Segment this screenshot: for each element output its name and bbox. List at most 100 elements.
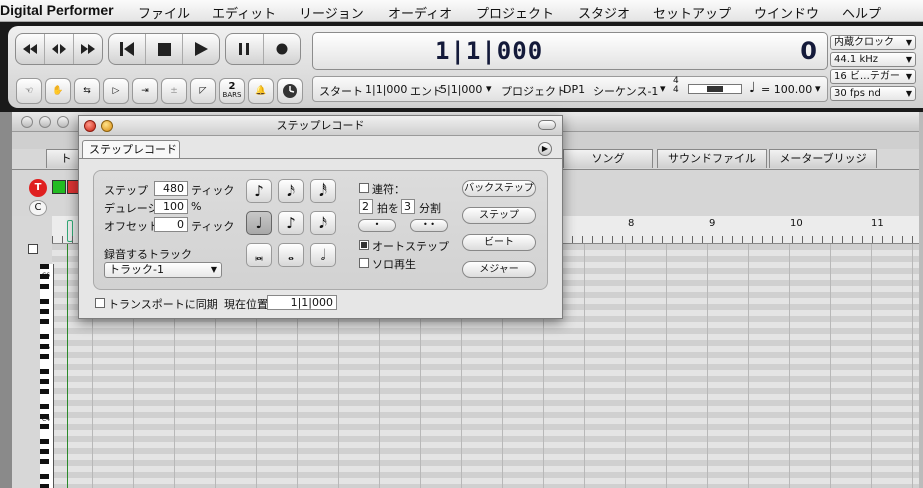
- minimize-button[interactable]: [101, 120, 113, 132]
- metronome-button[interactable]: ◸: [190, 78, 216, 104]
- whole-note-button[interactable]: 𝅝: [278, 243, 304, 267]
- menu-project[interactable]: プロジェクト: [476, 3, 554, 22]
- clock-source-select[interactable]: 内蔵クロック: [830, 35, 916, 50]
- stop-button[interactable]: [146, 34, 183, 64]
- sixteenth-note-alt-button[interactable]: 𝅘𝅥𝅯: [310, 211, 336, 235]
- overdub-button[interactable]: ±: [161, 78, 187, 104]
- frame-rate-select[interactable]: 30 fps nd: [830, 86, 916, 101]
- tab-soundfiles[interactable]: サウンドファイル: [657, 149, 767, 168]
- app-menu[interactable]: Digital Performer: [0, 2, 114, 18]
- sync-transport-checkbox[interactable]: [95, 298, 105, 308]
- minimize-button[interactable]: [39, 116, 51, 128]
- tempo-dropdown-icon[interactable]: ▾: [815, 82, 821, 95]
- tab-step-record[interactable]: ステップレコード: [82, 140, 180, 159]
- track-select[interactable]: トラック-1: [104, 262, 222, 278]
- sixteenth-note-alt-icon: 𝅘𝅥𝅯: [319, 214, 327, 232]
- offset-field[interactable]: 0: [154, 217, 188, 232]
- solo-checkbox[interactable]: [359, 258, 369, 268]
- double-whole-note-icon: 𝅜: [254, 246, 264, 264]
- fast-forward-button[interactable]: [74, 34, 102, 64]
- start-value[interactable]: 1|1|000: [365, 83, 407, 96]
- menu-edit[interactable]: エディット: [212, 3, 276, 22]
- rewind-button[interactable]: [16, 34, 45, 64]
- bars-button[interactable]: 2 BARS: [219, 78, 245, 104]
- menu-studio[interactable]: スタジオ: [578, 3, 630, 22]
- position-slider[interactable]: [688, 84, 742, 94]
- slider-thumb[interactable]: [707, 86, 723, 92]
- menu-region[interactable]: リージョン: [299, 3, 364, 22]
- end-dropdown-icon[interactable]: ▾: [486, 82, 492, 95]
- beat-button[interactable]: ビート: [462, 234, 536, 251]
- play-button[interactable]: [183, 34, 219, 64]
- menu-file[interactable]: ファイル: [138, 3, 190, 22]
- punch-button[interactable]: ⇥: [132, 78, 158, 104]
- play-enable-button[interactable]: [52, 180, 66, 194]
- backstep-button[interactable]: バックステップ: [462, 180, 536, 197]
- ruler-mark-11: 11: [871, 218, 884, 229]
- close-button[interactable]: [21, 116, 33, 128]
- countoff-button[interactable]: ✋: [45, 78, 71, 104]
- piano-keyboard[interactable]: C6 C5 C4: [40, 264, 54, 488]
- tuplet-division-field[interactable]: 3: [401, 199, 415, 214]
- shuttle-button[interactable]: [45, 34, 74, 64]
- dotted-button[interactable]: •: [358, 219, 396, 232]
- eighth-note-alt-button[interactable]: ♪: [278, 211, 304, 235]
- zoom-icon[interactable]: [28, 244, 38, 254]
- sequence-dropdown-icon[interactable]: ▾: [660, 82, 666, 95]
- end-value[interactable]: 5|1|000: [440, 83, 482, 96]
- quarter-note-button[interactable]: ♩: [246, 211, 272, 235]
- step-button[interactable]: ステップ: [462, 207, 536, 224]
- tuplet-checkbox[interactable]: [359, 183, 369, 193]
- tempo-value[interactable]: = 100.00: [761, 83, 812, 96]
- return-to-zero-button[interactable]: [109, 34, 146, 64]
- menu-window[interactable]: ウインドウ: [754, 3, 819, 22]
- position-field[interactable]: 1|1|000: [267, 295, 337, 310]
- pause-button[interactable]: [226, 34, 264, 64]
- sequence-menu[interactable]: シーケンス-1: [593, 83, 658, 99]
- menu-bar: Digital Performer ファイル エディット リージョン オーディオ…: [0, 0, 923, 22]
- pause-icon: [239, 43, 250, 55]
- project-value[interactable]: DP1: [563, 83, 585, 96]
- half-note-icon: 𝅗𝅥: [320, 246, 326, 264]
- punch-icon: ⇥: [141, 86, 149, 96]
- menu-setup[interactable]: セットアップ: [653, 3, 731, 22]
- channel-button[interactable]: C: [29, 200, 47, 216]
- clock-button[interactable]: [277, 78, 303, 104]
- step-field[interactable]: 480: [154, 181, 188, 196]
- control-panel-body: ☜ ✋ ⇆ ▷ ⇥ ± ◸ 2 BARS 🔔 1|1|000 0 スタート 1|…: [8, 26, 923, 108]
- record-button[interactable]: [264, 34, 301, 64]
- toolbar-toggle-button[interactable]: [538, 120, 556, 130]
- auto-rewind-button[interactable]: ▷: [103, 78, 129, 104]
- double-whole-note-button[interactable]: 𝅜: [246, 243, 272, 267]
- thirtysecond-note-button[interactable]: 𝅘𝅥𝅰: [310, 179, 336, 203]
- menu-help[interactable]: ヘルプ: [842, 3, 881, 22]
- pause-record-group: [225, 33, 301, 65]
- zoom-button[interactable]: [57, 116, 69, 128]
- mini-menu-button[interactable]: ▶: [538, 142, 552, 156]
- tab-song[interactable]: ソング: [563, 149, 653, 168]
- measure-button[interactable]: メジャー: [462, 261, 536, 278]
- wait-button[interactable]: ☜: [16, 78, 42, 104]
- end-label: エンド: [410, 85, 443, 98]
- memory-cycle-button[interactable]: ⇆: [74, 78, 100, 104]
- sample-rate-select[interactable]: 44.1 kHz: [830, 52, 916, 67]
- step-label: ステップ: [104, 184, 148, 197]
- double-dotted-button[interactable]: • •: [410, 219, 448, 232]
- duration-field[interactable]: 100: [154, 199, 188, 214]
- menu-audio[interactable]: オーディオ: [388, 3, 452, 22]
- sixteenth-note-button[interactable]: 𝅘𝅥𝅯: [278, 179, 304, 203]
- step-record-titlebar[interactable]: ステップレコード: [79, 116, 562, 136]
- shuttle-group: [15, 33, 103, 65]
- tab-meterbridge[interactable]: メーターブリッジ: [769, 149, 877, 168]
- click-button[interactable]: 🔔: [248, 78, 274, 104]
- bit-depth-select[interactable]: 16 ビ…テガー: [830, 69, 916, 84]
- play-icon: [194, 42, 208, 56]
- meter[interactable]: 4 4: [673, 77, 679, 95]
- half-note-button[interactable]: 𝅗𝅥: [310, 243, 336, 267]
- autostep-checkbox[interactable]: [359, 240, 369, 250]
- close-button[interactable]: [84, 120, 96, 132]
- tuplet-beats-field[interactable]: 2: [359, 199, 373, 214]
- main-counter[interactable]: 1|1|000 0: [312, 32, 828, 70]
- record-track-button[interactable]: T: [29, 179, 47, 197]
- eighth-note-button[interactable]: ♪: [246, 179, 272, 203]
